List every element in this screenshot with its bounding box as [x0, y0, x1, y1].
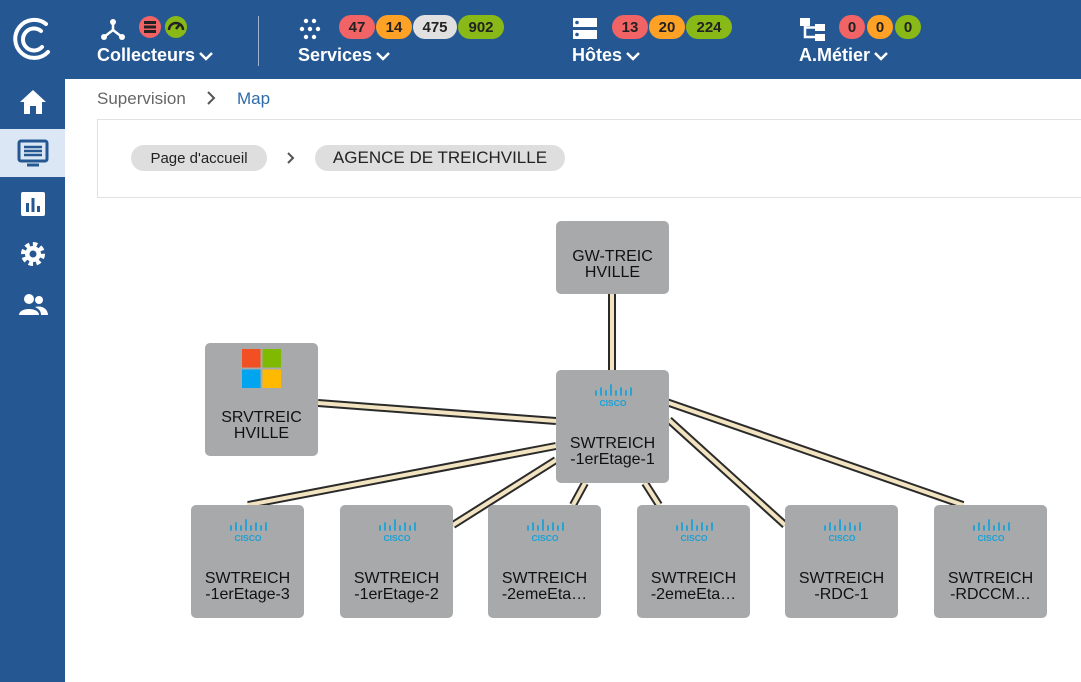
map-node-sw-2emeetage-b[interactable]: CISCO SWTREICH -2emeEta…: [637, 505, 750, 618]
map-node-sw-2emeetage-a[interactable]: CISCO SWTREICH -2emeEta…: [488, 505, 601, 618]
cisco-logo-icon: CISCO: [230, 519, 267, 543]
link-core-to-2emeetage-a: [569, 481, 589, 507]
svg-text:CISCO: CISCO: [384, 533, 411, 543]
cisco-logo-icon: CISCO: [973, 519, 1010, 543]
windows-logo-icon: [242, 349, 281, 388]
svg-text:CISCO: CISCO: [600, 398, 627, 408]
cisco-logo-icon: CISCO: [595, 384, 632, 408]
map-node-sw-1eretage-2[interactable]: CISCO SWTREICH -1erEtage-2: [340, 505, 453, 618]
node-label: SWTREICH -1erEtage-2: [353, 571, 440, 603]
node-label: SWTREICH -2emeEta…: [650, 571, 737, 603]
map-node-sw-rdc-1[interactable]: CISCO SWTREICH -RDC-1: [785, 505, 898, 618]
cisco-logo-icon: CISCO: [527, 519, 564, 543]
svg-text:CISCO: CISCO: [978, 533, 1005, 543]
node-label: GW-TREIC HVILLE: [572, 249, 653, 281]
svg-text:CISCO: CISCO: [235, 533, 262, 543]
map-node-sw-1eretage-1[interactable]: CISCO SWTREICH -1erEtage-1: [556, 370, 669, 483]
link-server-to-switch-core: [317, 399, 557, 425]
cisco-logo-icon: CISCO: [676, 519, 713, 543]
node-label: SWTREICH -1erEtage-1: [569, 436, 656, 468]
node-label: SWTREICH -2emeEta…: [501, 571, 588, 603]
svg-text:CISCO: CISCO: [829, 533, 856, 543]
node-label: SWTREICH -RDCCM…: [947, 571, 1034, 603]
node-label: SWTREICH -RDC-1: [798, 571, 885, 603]
node-label: SWTREICH -1erEtage-3: [204, 571, 291, 603]
map-node-gw-treichville[interactable]: GW-TREIC HVILLE: [556, 221, 669, 294]
link-core-to-2emeetage-b: [641, 480, 663, 508]
cisco-logo-icon: CISCO: [824, 519, 861, 543]
node-label: SRVTREIC HVILLE: [221, 410, 302, 442]
map-node-sw-rdccm[interactable]: CISCO SWTREICH -RDCCM…: [934, 505, 1047, 618]
map-node-srv-treichville[interactable]: SRVTREIC HVILLE: [205, 343, 318, 456]
svg-text:CISCO: CISCO: [681, 533, 708, 543]
svg-text:CISCO: CISCO: [532, 533, 559, 543]
cisco-logo-icon: CISCO: [379, 519, 416, 543]
map-node-sw-1eretage-3[interactable]: CISCO SWTREICH -1erEtage-3: [191, 505, 304, 618]
